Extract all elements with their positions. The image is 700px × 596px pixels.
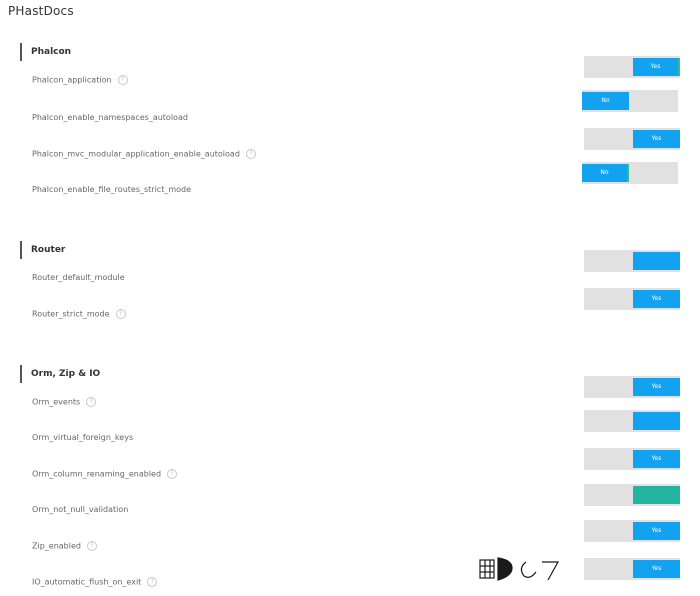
section-marker bbox=[20, 43, 22, 61]
setting-label: Orm_events? bbox=[32, 397, 97, 407]
toggle-knob: Yes bbox=[633, 58, 680, 76]
help-icon[interactable]: ? bbox=[117, 75, 128, 85]
toggle-switch[interactable]: Yes bbox=[584, 56, 680, 78]
help-icon[interactable]: ? bbox=[86, 541, 97, 551]
help-icon[interactable]: ? bbox=[245, 149, 256, 159]
toggle-knob: Yes bbox=[633, 290, 680, 308]
section-heading: Phalcon bbox=[31, 47, 72, 57]
toggle-switch[interactable]: Yes bbox=[584, 520, 680, 542]
setting-label: Phalcon_enable_file_routes_strict_mode bbox=[32, 185, 192, 194]
help-icon[interactable]: ? bbox=[115, 309, 126, 319]
toggle-knob: No bbox=[582, 164, 629, 182]
toggle-knob: Yes bbox=[633, 450, 680, 468]
toggle-knob: Yes bbox=[633, 130, 680, 148]
toggle-knob: No bbox=[582, 92, 629, 110]
setting-label: Orm_not_null_validation bbox=[32, 505, 129, 514]
setting-label: Phalcon_mvc_modular_application_enable_a… bbox=[32, 149, 256, 159]
section-heading: Orm, Zip & IO bbox=[31, 369, 101, 379]
section-header-orm-zip-io: Orm, Zip & IO bbox=[20, 365, 101, 383]
toggle-switch[interactable]: Yes bbox=[584, 128, 680, 150]
logo-mark bbox=[479, 557, 560, 581]
help-icon[interactable]: ? bbox=[167, 469, 178, 479]
section-header-phalcon: Phalcon bbox=[20, 43, 72, 61]
setting-label: Phalcon_application? bbox=[32, 75, 128, 85]
toggle-knob: Yes bbox=[633, 560, 680, 578]
setting-label: Orm_virtual_foreign_keys bbox=[32, 433, 134, 442]
toggle-switch[interactable] bbox=[584, 484, 680, 506]
section-heading: Router bbox=[31, 245, 66, 255]
toggle-switch[interactable]: Yes bbox=[584, 288, 680, 310]
toggle-switch[interactable]: Yes bbox=[584, 558, 680, 580]
toggle-knob: Yes bbox=[633, 522, 680, 540]
setting-label: Router_strict_mode? bbox=[32, 309, 126, 319]
toggle-knob bbox=[633, 486, 680, 504]
toggle-switch[interactable]: No bbox=[582, 162, 678, 184]
setting-label: Router_default_module bbox=[32, 273, 125, 282]
toggle-switch[interactable] bbox=[584, 410, 680, 432]
help-icon[interactable]: ? bbox=[86, 397, 97, 407]
section-marker bbox=[20, 241, 22, 259]
help-icon[interactable]: ? bbox=[147, 577, 158, 587]
toggle-knob bbox=[633, 412, 680, 430]
section-marker bbox=[20, 365, 22, 383]
toggle-switch[interactable] bbox=[584, 250, 680, 272]
toggle-switch[interactable]: Yes bbox=[584, 376, 680, 398]
page-title: PHastDocs bbox=[8, 4, 74, 18]
section-header-router: Router bbox=[20, 241, 66, 259]
toggle-knob: Yes bbox=[633, 378, 680, 396]
toggle-switch[interactable]: Yes bbox=[584, 448, 680, 470]
setting-label: IO_automatic_flush_on_exit? bbox=[32, 577, 158, 587]
setting-label: Orm_column_renaming_enabled? bbox=[32, 469, 178, 479]
toggle-knob bbox=[633, 252, 680, 270]
toggle-switch[interactable]: No bbox=[582, 90, 678, 112]
setting-label: Phalcon_enable_namespaces_autoload bbox=[32, 113, 188, 122]
setting-label: Zip_enabled? bbox=[32, 541, 97, 551]
